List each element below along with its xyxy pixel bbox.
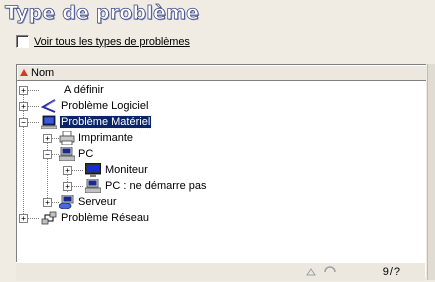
tree-node-label[interactable]: PC [77, 148, 94, 160]
expand-toggle[interactable]: + [43, 134, 52, 143]
tree-node-label[interactable]: Serveur [77, 196, 118, 208]
sort-ascending-icon [20, 69, 28, 76]
tree-node[interactable]: + Imprimante [17, 130, 426, 146]
tree-node-label[interactable]: Problème Réseau [60, 212, 150, 224]
expand-toggle[interactable]: + [63, 166, 72, 175]
refresh-icon[interactable] [305, 265, 345, 282]
page-title: Type de problème [5, 2, 200, 25]
tree-node[interactable]: + Serveur [17, 194, 426, 210]
tree-view: + A définir + Problème Logiciel − Problè… [17, 82, 426, 260]
tree-node-label[interactable]: Problème Matériel [58, 115, 153, 129]
tree-node-label[interactable]: Imprimante [77, 132, 134, 144]
show-all-checkbox[interactable]: Voir tous les types de problèmes [16, 34, 190, 49]
tree-node-label[interactable]: PC : ne démarre pas [104, 180, 208, 192]
tree-node[interactable]: + Moniteur [17, 162, 426, 178]
vertical-scrollbar[interactable] [427, 64, 435, 280]
collapse-toggle[interactable]: − [19, 118, 28, 127]
checkbox-box[interactable] [16, 35, 29, 48]
column-header-name[interactable]: Nom [17, 65, 426, 81]
collapse-toggle[interactable]: − [43, 150, 52, 159]
expand-toggle[interactable]: + [19, 102, 28, 111]
expand-toggle[interactable]: + [63, 182, 72, 191]
tree-node[interactable]: − PC [17, 146, 426, 162]
column-header-label: Nom [31, 66, 55, 79]
expand-toggle[interactable]: + [43, 198, 52, 207]
tree-node-selected[interactable]: − Problème Matériel [17, 114, 426, 130]
tree-node[interactable]: + PC : ne démarre pas [17, 178, 426, 194]
problem-type-tree-panel: Nom + A définir + Problème Logiciel − Pr… [16, 64, 426, 277]
status-bar: 9/? [16, 262, 425, 281]
network-icon [41, 211, 57, 228]
expand-toggle[interactable]: + [19, 86, 28, 95]
tree-node-label[interactable]: A définir [63, 84, 105, 96]
tree-node-label[interactable]: Moniteur [104, 164, 149, 176]
tree-node[interactable]: + A définir [17, 82, 426, 98]
tree-node[interactable]: + Problème Logiciel [17, 98, 426, 114]
expand-toggle[interactable]: + [19, 214, 28, 223]
tree-node[interactable]: + Problème Réseau [17, 210, 426, 226]
tree-node-label[interactable]: Problème Logiciel [60, 100, 149, 112]
record-count: 9/? [382, 266, 401, 278]
show-all-label[interactable]: Voir tous les types de problèmes [34, 36, 190, 48]
